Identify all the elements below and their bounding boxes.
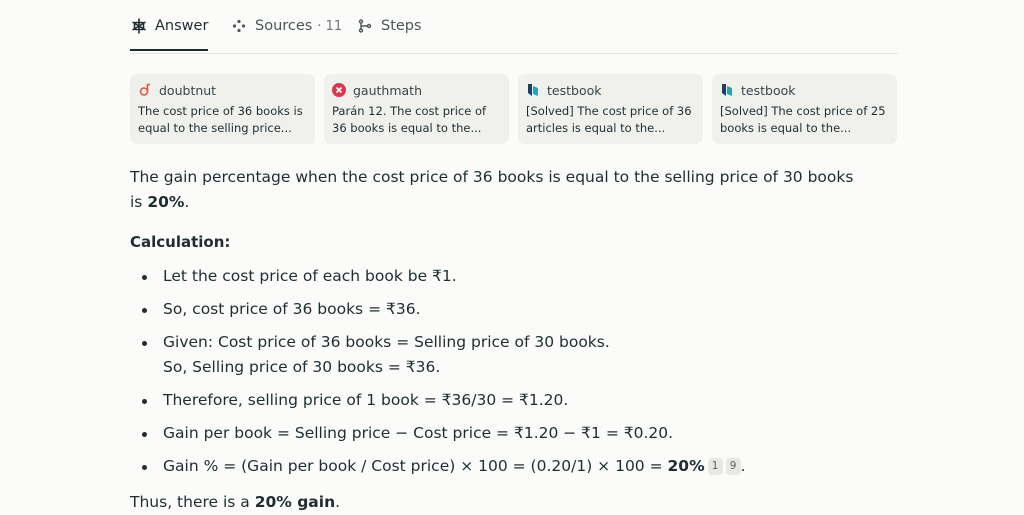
- testbook-icon: [720, 83, 734, 97]
- source-site: testbook: [741, 82, 796, 98]
- list-item: So, cost price of 36 books = ₹36.: [130, 297, 890, 322]
- citation-badge[interactable]: 9: [725, 458, 741, 475]
- tab-answer-label: Answer: [155, 18, 209, 34]
- tab-steps-label: Steps: [381, 18, 422, 34]
- tab-steps[interactable]: Steps: [356, 17, 422, 35]
- step-text: Gain % = (Gain per book / Cost price) × …: [163, 457, 668, 475]
- source-title: [Solved] The cost price of 36 articles i…: [526, 104, 692, 135]
- answer-intro: The gain percentage when the cost price …: [130, 165, 870, 215]
- sources-count: · 11: [317, 18, 343, 34]
- source-card[interactable]: gauthmath Parán 12. The cost price of 36…: [324, 74, 509, 144]
- list-item: Let the cost price of each book be ₹1.: [130, 264, 890, 289]
- step-text: Given: Cost price of 36 books = Selling …: [163, 333, 610, 351]
- list-item: Therefore, selling price of 1 book = ₹36…: [130, 388, 890, 413]
- answer-tabs: Answer Sources · 11 Steps: [130, 10, 898, 54]
- step-text: Let the cost price of each book be ₹1.: [163, 267, 457, 285]
- source-title: [Solved] The cost price of 25 books is e…: [720, 104, 886, 135]
- sources-icon: [230, 17, 248, 35]
- answer-icon: [130, 17, 148, 35]
- step-text: Therefore, selling price of 1 book = ₹36…: [163, 391, 569, 409]
- answer-result: 20%: [147, 193, 185, 211]
- source-title: The cost price of 36 books is equal to t…: [138, 104, 303, 135]
- gauthmath-icon: [332, 83, 346, 97]
- step-text: So, cost price of 36 books = ₹36.: [163, 300, 421, 318]
- active-tab-indicator: [130, 49, 208, 51]
- doubtnut-icon: [138, 83, 152, 97]
- calculation-heading: Calculation:: [130, 233, 231, 251]
- source-cards: doubtnut The cost price of 36 books is e…: [130, 74, 897, 144]
- answer-conclusion: Thus, there is a 20% gain.: [130, 490, 340, 515]
- testbook-icon: [526, 83, 540, 97]
- source-site: doubtnut: [159, 82, 217, 98]
- source-card[interactable]: testbook [Solved] The cost price of 25 b…: [712, 74, 897, 144]
- source-card[interactable]: testbook [Solved] The cost price of 36 a…: [518, 74, 703, 144]
- citation-badge[interactable]: 1: [707, 458, 723, 475]
- list-item: Gain % = (Gain per book / Cost price) × …: [130, 454, 890, 479]
- answer-intro-text: The gain percentage when the cost price …: [130, 168, 854, 211]
- list-item: Gain per book = Selling price − Cost pri…: [130, 421, 890, 446]
- source-title: Parán 12. The cost price of 36 books is …: [332, 104, 487, 135]
- source-site: testbook: [547, 82, 602, 98]
- tab-answer[interactable]: Answer: [130, 17, 209, 51]
- step-text-line2: So, Selling price of 30 books = ₹36.: [163, 358, 441, 376]
- source-site: gauthmath: [353, 82, 423, 98]
- steps-icon: [356, 17, 374, 35]
- tab-sources-label: Sources: [255, 18, 313, 34]
- source-card[interactable]: doubtnut The cost price of 36 books is e…: [130, 74, 315, 144]
- conclusion-text: Thus, there is a: [130, 493, 255, 511]
- tab-sources[interactable]: Sources · 11: [230, 17, 342, 35]
- conclusion-bold: 20% gain: [254, 493, 336, 511]
- conclusion-end: .: [335, 493, 341, 511]
- list-item: Given: Cost price of 36 books = Selling …: [130, 330, 890, 380]
- step-end: .: [740, 457, 746, 475]
- step-result: 20%: [667, 457, 705, 475]
- answer-intro-end: .: [184, 193, 190, 211]
- calculation-steps: Let the cost price of each book be ₹1. S…: [130, 264, 890, 487]
- step-text: Gain per book = Selling price − Cost pri…: [163, 424, 674, 442]
